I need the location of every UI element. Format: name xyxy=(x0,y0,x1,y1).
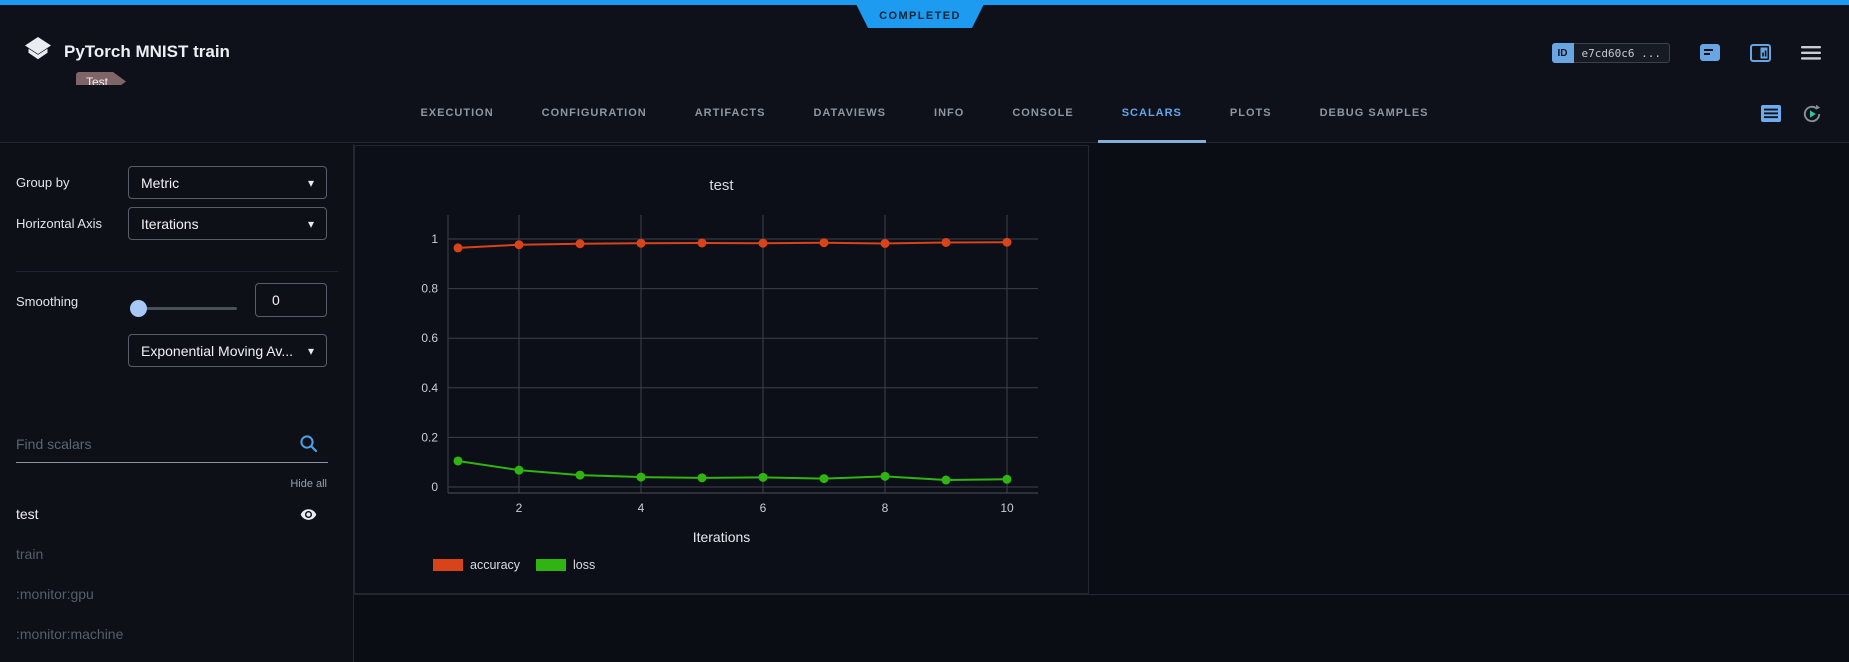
metric-row-test[interactable]: test xyxy=(0,494,353,534)
metric-row-monitor-machine[interactable]: :monitor:machine xyxy=(0,614,353,654)
menu-icon[interactable] xyxy=(1801,46,1821,60)
status-label: COMPLETED xyxy=(879,10,961,22)
tab-dataviews[interactable]: DATAVIEWS xyxy=(789,85,910,143)
smoothing-label: Smoothing xyxy=(16,294,78,309)
id-badge: ID xyxy=(1552,43,1574,63)
eye-icon[interactable] xyxy=(300,506,317,523)
experiment-title: PyTorch MNIST train xyxy=(64,42,230,62)
smoothing-value-box xyxy=(255,283,327,317)
tab-execution[interactable]: EXECUTION xyxy=(396,85,517,143)
legend-swatch xyxy=(433,559,463,571)
tab-bar-icons xyxy=(1761,85,1823,142)
id-value: e7cd60c6 ... xyxy=(1574,43,1670,63)
svg-text:4: 4 xyxy=(638,501,645,515)
svg-text:0.4: 0.4 xyxy=(421,381,438,395)
tab-plots[interactable]: PLOTS xyxy=(1206,85,1296,143)
row-separator xyxy=(354,594,1849,595)
horizontal-axis-select[interactable]: Iterations ▾ xyxy=(128,207,327,240)
metric-label: test xyxy=(16,506,39,522)
svg-text:2: 2 xyxy=(516,501,523,515)
scalar-plot[interactable]: 0 0.2 0.4 0.6 0.8 1 2 4 6 8 10 xyxy=(355,215,1089,520)
search-icon[interactable] xyxy=(299,434,318,453)
header-actions: ID e7cd60c6 ... xyxy=(1552,43,1821,63)
svg-text:0: 0 xyxy=(431,480,438,494)
hide-all-button[interactable]: Hide all xyxy=(290,478,327,490)
legend-item-loss[interactable]: loss xyxy=(536,558,595,572)
chart-card: test 0 0.2 0.4 0.6 0.8 1 2 4 6 8 10 Iterations acc… xyxy=(354,145,1089,594)
chevron-down-icon: ▾ xyxy=(300,344,314,358)
scalars-content: test 0 0.2 0.4 0.6 0.8 1 2 4 6 8 10 Iterations acc… xyxy=(355,144,1849,662)
chart-xaxis-label: Iterations xyxy=(355,529,1088,545)
tab-bar-tabs: EXECUTIONCONFIGURATIONARTIFACTSDATAVIEWS… xyxy=(396,85,1452,142)
smoothing-method-select[interactable]: Exponential Moving Av... ▾ xyxy=(128,334,327,367)
tab-bar: EXECUTIONCONFIGURATIONARTIFACTSDATAVIEWS… xyxy=(0,85,1849,143)
group-by-value: Metric xyxy=(141,175,179,191)
svg-text:0.8: 0.8 xyxy=(421,282,438,296)
horizontal-axis-label: Horizontal Axis xyxy=(16,216,102,231)
auto-refresh-icon[interactable] xyxy=(1801,103,1823,125)
legend-label: loss xyxy=(573,558,595,572)
metric-label: train xyxy=(16,546,43,562)
experiment-type-icon xyxy=(24,36,52,67)
metric-list: test train :monitor:gpu :monitor:machine xyxy=(0,494,353,654)
group-by-select[interactable]: Metric ▾ xyxy=(128,166,327,199)
tab-artifacts[interactable]: ARTIFACTS xyxy=(671,85,790,143)
chevron-down-icon: ▾ xyxy=(300,217,314,231)
tab-scalars[interactable]: SCALARS xyxy=(1098,85,1206,143)
tab-console[interactable]: CONSOLE xyxy=(988,85,1097,143)
legend-label: accuracy xyxy=(470,558,520,572)
horizontal-axis-value: Iterations xyxy=(141,216,199,232)
legend-item-accuracy[interactable]: accuracy xyxy=(433,558,520,572)
chevron-down-icon: ▾ xyxy=(300,176,314,190)
chart-title: test xyxy=(355,177,1088,194)
smoothing-method-value: Exponential Moving Av... xyxy=(141,343,293,359)
svg-text:8: 8 xyxy=(882,501,889,515)
tab-configuration[interactable]: CONFIGURATION xyxy=(518,85,671,143)
metric-row-monitor-gpu[interactable]: :monitor:gpu xyxy=(0,574,353,614)
svg-text:0.6: 0.6 xyxy=(421,331,438,345)
svg-text:6: 6 xyxy=(760,501,767,515)
svg-text:10: 10 xyxy=(1000,501,1014,515)
group-by-label: Group by xyxy=(16,175,69,190)
chart-legend: accuracy loss xyxy=(433,558,595,572)
metric-row-train[interactable]: train xyxy=(0,534,353,574)
metric-label: :monitor:machine xyxy=(16,626,123,642)
id-chip[interactable]: ID e7cd60c6 ... xyxy=(1552,43,1670,63)
svg-text:1: 1 xyxy=(431,232,438,246)
smoothing-value-input[interactable] xyxy=(256,284,326,316)
slider-knob[interactable] xyxy=(130,300,147,317)
find-scalars-input[interactable] xyxy=(16,436,299,452)
svg-text:0.2: 0.2 xyxy=(421,430,438,444)
legend-swatch xyxy=(536,559,566,571)
table-view-icon[interactable] xyxy=(1761,105,1781,122)
smoothing-slider[interactable] xyxy=(130,299,237,318)
metric-label: :monitor:gpu xyxy=(16,586,94,602)
sidebar-divider xyxy=(16,271,338,272)
status-ribbon: COMPLETED xyxy=(854,0,986,28)
tab-info[interactable]: INFO xyxy=(910,85,988,143)
scalars-sidebar: Group by Metric ▾ Horizontal Axis Iterat… xyxy=(0,144,354,662)
tab-debug-samples[interactable]: DEBUG SAMPLES xyxy=(1296,85,1453,143)
comments-icon[interactable] xyxy=(1700,44,1720,62)
side-panel-icon[interactable] xyxy=(1750,44,1771,62)
find-scalars-row xyxy=(16,425,328,463)
